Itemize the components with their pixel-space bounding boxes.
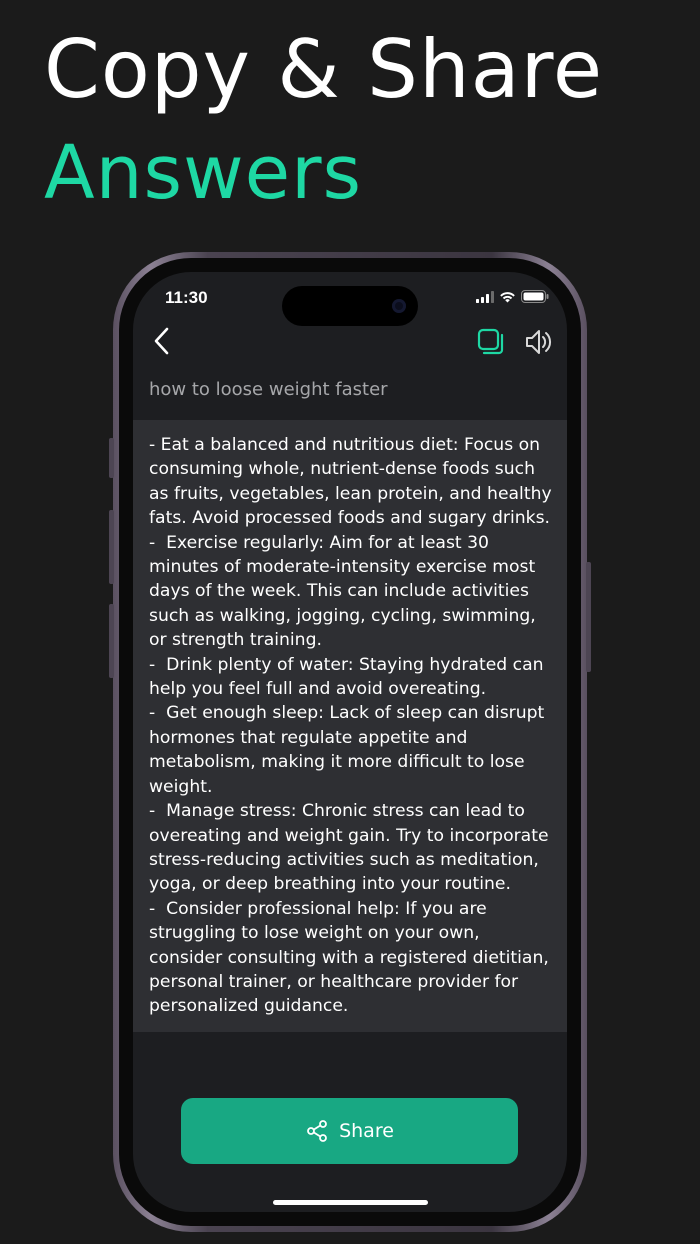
- dynamic-island: [282, 286, 418, 326]
- back-button[interactable]: [151, 326, 175, 356]
- headline-line-1: Copy & Share: [44, 23, 604, 116]
- wifi-icon: [500, 291, 515, 302]
- status-icons: [476, 290, 549, 303]
- share-button[interactable]: Share: [181, 1098, 518, 1164]
- speaker-icon: [526, 330, 552, 354]
- camera-icon: [392, 299, 406, 313]
- share-button-label: Share: [339, 1120, 394, 1142]
- headline: Copy & Share Answers: [44, 23, 604, 216]
- cellular-signal-icon: [476, 290, 494, 303]
- answer-text: - Eat a balanced and nutritious diet: Fo…: [149, 435, 552, 1017]
- copy-icon: [477, 328, 504, 355]
- phone-side-button: [109, 604, 114, 678]
- phone-screen: 11:30 how to loose weight faster - Eat a…: [133, 272, 567, 1212]
- chevron-left-icon: [154, 327, 169, 355]
- question-text: how to loose weight faster: [149, 379, 388, 400]
- phone-side-button: [586, 562, 591, 672]
- speaker-button[interactable]: [523, 327, 553, 357]
- share-icon: [307, 1120, 327, 1142]
- copy-button[interactable]: [477, 328, 505, 356]
- battery-icon: [521, 290, 549, 303]
- status-time: 11:30: [165, 288, 208, 307]
- answer-card: - Eat a balanced and nutritious diet: Fo…: [133, 420, 567, 1032]
- home-indicator[interactable]: [273, 1200, 428, 1205]
- phone-side-button: [109, 438, 114, 478]
- headline-line-2: Answers: [44, 130, 363, 216]
- phone-side-button: [109, 510, 114, 584]
